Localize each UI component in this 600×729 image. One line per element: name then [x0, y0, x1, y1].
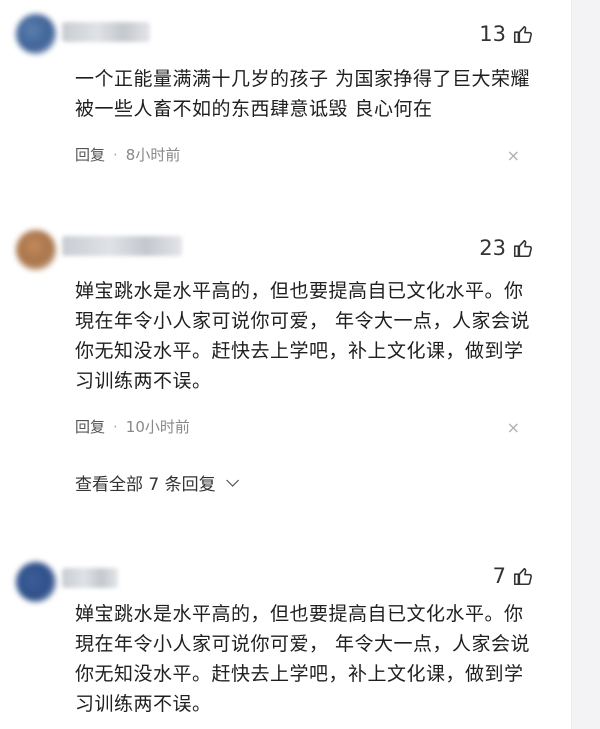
view-all-replies-button[interactable]: 查看全部 7 条回复 — [75, 470, 239, 495]
comment-text-line: 婵宝跳水是水平高的，但也要提高自已文化水平。你 — [75, 603, 524, 625]
like-count: 23 — [479, 236, 506, 260]
comment-text-line: 婵宝跳水是水平高的，但也要提高自已文化水平。你 — [75, 280, 524, 302]
close-icon[interactable]: × — [507, 420, 520, 436]
comment-text-line: 現在年令小人家可说你可爱， 年令大一点，人家会说 — [75, 310, 531, 332]
avatar[interactable] — [16, 562, 56, 602]
thumbs-up-icon — [513, 239, 532, 258]
like-button[interactable]: 7 — [493, 564, 534, 588]
timestamp: 10小时前 — [125, 418, 190, 436]
separator-dot: · — [113, 145, 118, 164]
comment-text-line: 現在年令小人家可说你可爱， 年令大一点，人家会说 — [75, 633, 531, 655]
thumbs-up-icon — [513, 25, 532, 44]
like-button[interactable]: 13 — [479, 22, 534, 46]
comment-meta: 回复 · 8小时前 — [75, 144, 180, 165]
like-button[interactable]: 23 — [479, 236, 534, 260]
separator-dot: · — [113, 417, 118, 436]
thumbs-up-icon — [513, 567, 532, 586]
scrollbar[interactable] — [571, 0, 600, 729]
comment-text-line: 你无知没水平。赶快去上学吧，补上文化课，做到学 — [75, 663, 524, 685]
username-blurred[interactable] — [62, 236, 182, 256]
comment-meta: 回复 · 10小时前 — [75, 416, 190, 437]
like-count: 13 — [479, 22, 506, 46]
comment-text-line: 一个正能量满满十几岁的孩子 为国家挣得了巨大荣耀 — [75, 68, 531, 90]
username-blurred[interactable] — [62, 568, 118, 588]
comment-list-page: 13 一个正能量满满十几岁的孩子 为国家挣得了巨大荣耀 被一些人畜不如的东西肆意… — [0, 0, 600, 729]
avatar[interactable] — [16, 230, 56, 270]
comment-text-line: 被一些人畜不如的东西肆意诋毁 良心何在 — [75, 98, 433, 120]
reply-button[interactable]: 回复 — [75, 416, 105, 437]
like-count: 7 — [492, 564, 506, 588]
chevron-down-icon — [225, 474, 239, 487]
view-replies-label: 查看全部 7 条回复 — [75, 475, 216, 495]
username-blurred[interactable] — [62, 22, 150, 42]
timestamp: 8小时前 — [125, 146, 181, 164]
close-icon[interactable]: × — [507, 148, 520, 164]
avatar[interactable] — [16, 14, 56, 54]
reply-button[interactable]: 回复 — [75, 144, 105, 165]
comment-text-line: 你无知没水平。赶快去上学吧，补上文化课，做到学 — [75, 340, 524, 362]
comment-text-line: 习训练两不误。 — [75, 370, 212, 392]
comment-text-line: 习训练两不误。 — [75, 693, 212, 715]
